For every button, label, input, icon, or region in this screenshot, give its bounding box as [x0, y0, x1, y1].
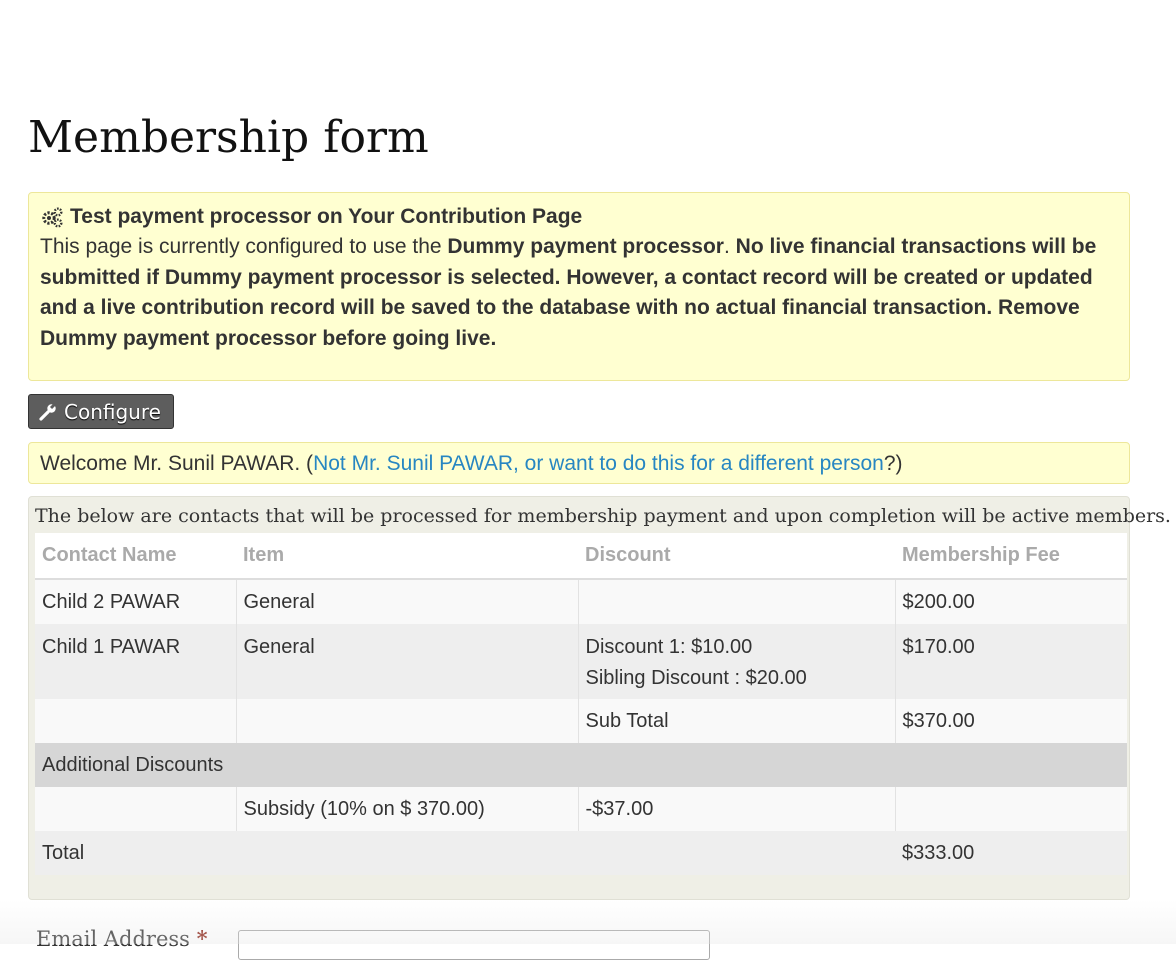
header-discount: Discount: [578, 533, 895, 580]
subsidy-empty-cell: [35, 787, 236, 831]
welcome-suffix: ?): [883, 452, 903, 475]
cell-item: General: [235, 579, 578, 624]
total-value: $333.00: [895, 831, 1127, 875]
header-contact-name: Contact Name: [35, 533, 236, 580]
cell-fee: $200.00: [894, 579, 1127, 624]
additional-discounts-label: Additional Discounts: [35, 743, 1127, 787]
discount-line: Sibling Discount : $20.00: [585, 667, 807, 689]
welcome-text: Welcome Mr. Sunil PAWAR. (: [40, 452, 314, 475]
discount-line: Discount 1: $10.00: [585, 636, 753, 658]
subtotal-value: $370.00: [894, 699, 1127, 743]
table-row: Child 1 PAWAR General Discount 1: $10.00…: [35, 624, 1127, 699]
header-membership-fee: Membership Fee: [895, 533, 1127, 580]
notice-title: Test payment processor on Your Contribut…: [70, 205, 583, 228]
switch-person-link[interactable]: Not Mr. Sunil PAWAR, or want to do this …: [313, 452, 884, 475]
gears-icon: [40, 205, 64, 229]
cell-discount: [577, 579, 895, 624]
table-row: Child 2 PAWAR General $200.00: [35, 579, 1127, 624]
membership-panel: The below are contacts that will be proc…: [28, 496, 1171, 900]
email-label: Email Address *: [36, 926, 208, 951]
configure-label: Configure: [64, 399, 161, 424]
cell-discount: Discount 1: $10.00 Sibling Discount : $2…: [577, 624, 895, 699]
cell-fee: $170.00: [894, 624, 1127, 699]
header-item: Item: [236, 533, 578, 580]
welcome-message: Welcome Mr. Sunil PAWAR. (Not Mr. Sunil …: [28, 442, 1130, 484]
notice-title-row: Test payment processor on Your Contribut…: [40, 202, 1118, 232]
additional-discounts-row: Additional Discounts: [35, 743, 1127, 787]
subsidy-discount: -$37.00: [577, 787, 895, 831]
subtotal-empty-cell: [235, 699, 578, 743]
subsidy-row: Subsidy (10% on $ 370.00) -$37.00: [35, 787, 1127, 831]
email-label-text: Email Address: [36, 927, 190, 951]
notice-body: This page is currently configured to use…: [40, 232, 1118, 354]
total-label: Total: [35, 831, 236, 875]
email-field[interactable]: [238, 930, 710, 960]
subsidy-empty-cell: [894, 787, 1127, 831]
notice-text-before: This page is currently configured to use…: [40, 235, 448, 259]
notice-processor-name: Dummy payment processor: [447, 235, 724, 259]
test-processor-notice: Test payment processor on Your Contribut…: [28, 192, 1130, 381]
wrench-icon: [38, 402, 58, 422]
table-header-row: Contact Name Item Discount Membership Fe…: [35, 533, 1127, 580]
total-row: Total $333.00: [35, 831, 1127, 875]
cell-contact: Child 1 PAWAR: [35, 624, 236, 699]
cell-contact: Child 2 PAWAR: [35, 579, 236, 624]
required-marker: *: [196, 926, 208, 951]
total-empty-cell: [578, 831, 895, 875]
subsidy-item: Subsidy (10% on $ 370.00): [235, 787, 578, 831]
page-title: Membership form: [28, 112, 429, 163]
cell-item: General: [235, 624, 578, 699]
subtotal-row: Sub Total $370.00: [35, 699, 1127, 743]
total-empty-cell: [236, 831, 578, 875]
membership-intro: The below are contacts that will be proc…: [35, 505, 1171, 527]
subtotal-label: Sub Total: [577, 699, 895, 743]
subtotal-empty-cell: [35, 699, 236, 743]
notice-text-middle: .: [723, 235, 736, 259]
membership-table: Contact Name Item Discount Membership Fe…: [35, 533, 1127, 875]
configure-button[interactable]: Configure: [28, 394, 174, 429]
